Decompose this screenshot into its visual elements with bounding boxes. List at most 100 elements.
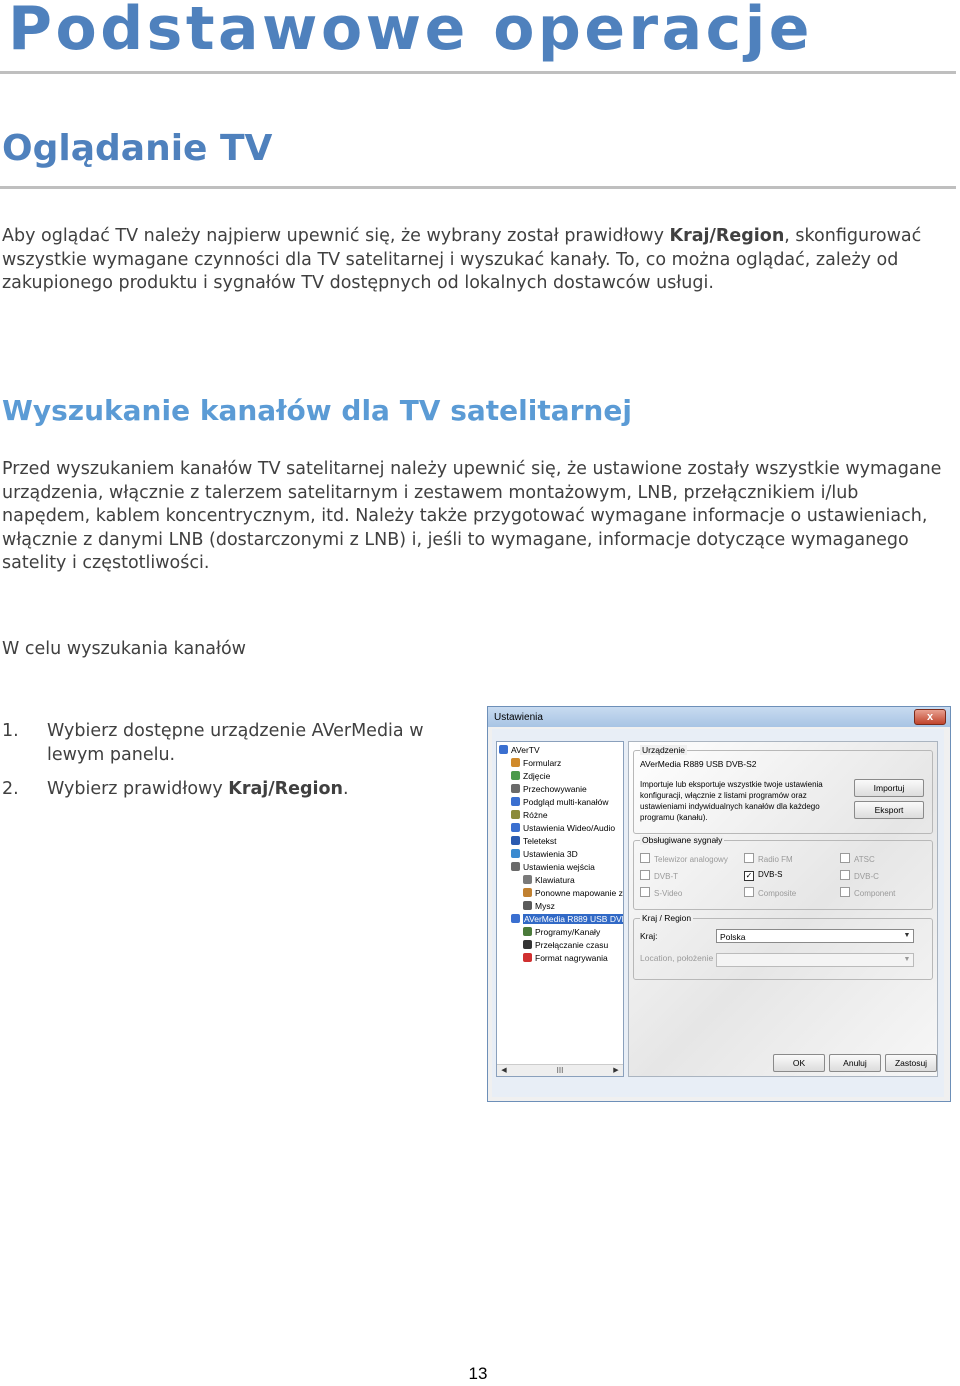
page-number: 13	[468, 1364, 488, 1383]
tree-node-icon	[511, 914, 520, 923]
section-heading: Oglądanie TV	[2, 128, 273, 169]
device-description: Importuje lub eksportuje wszystkie twoje…	[640, 780, 823, 822]
tree-item[interactable]: AVerTV	[499, 744, 540, 757]
signal-checkbox[interactable]: DVB-C	[840, 870, 879, 881]
tree-item[interactable]: AVerMedia R889 USB DVB-	[511, 913, 623, 926]
tree-node-icon	[523, 888, 532, 897]
tree-item-label: Przełączanie czasu	[535, 940, 609, 950]
tree-item[interactable]: Klawiatura	[523, 874, 575, 887]
intro-paragraph: Aby oglądać TV należy najpierw upewnić s…	[2, 226, 922, 293]
signal-checkbox[interactable]: ATSC	[840, 853, 875, 864]
signal-checkbox[interactable]: S-Video	[640, 887, 682, 898]
dialog-title: Ustawienia	[494, 712, 543, 723]
region-group: Kraj / Region Kraj: Polska ▼ Location, p…	[633, 913, 933, 980]
tree-node-icon	[523, 901, 532, 910]
dialog-titlebar: Ustawienia x	[488, 707, 950, 727]
chevron-down-icon: ▼	[903, 956, 911, 963]
tree-item-label: Programy/Kanały	[535, 927, 601, 937]
tree-item[interactable]: Zdjęcie	[511, 770, 550, 783]
device-name: AVerMedia R889 USB DVB-S2	[640, 759, 757, 769]
signal-checkbox[interactable]: Composite	[744, 887, 796, 898]
signal-label: ATSC	[854, 855, 875, 864]
close-button[interactable]: x	[914, 709, 946, 725]
tree-item-label: AVerTV	[511, 745, 540, 755]
signal-label: DVB-S	[758, 870, 783, 879]
tree-item-label: Klawiatura	[535, 875, 575, 885]
page-title: Podstawowe operacje	[8, 0, 813, 64]
section-divider	[0, 186, 956, 189]
tree-item-label: Podgląd multi-kanałów	[523, 797, 609, 807]
tree-item-label: AVerMedia R889 USB DVB-	[523, 914, 623, 924]
apply-button[interactable]: Zastosuj	[885, 1054, 937, 1072]
tree-item[interactable]: Różne	[511, 809, 548, 822]
tree-item[interactable]: Ponowne mapowanie zd	[523, 887, 623, 900]
tree-item-label: Różne	[523, 810, 548, 820]
tree-item[interactable]: Przechowywanie	[511, 783, 587, 796]
checkbox-icon[interactable]	[840, 887, 850, 897]
tree-item[interactable]: Ustawienia Wideo/Audio	[511, 822, 615, 835]
tree-item-label: Teletekst	[523, 836, 557, 846]
import-button[interactable]: Importuj	[854, 779, 924, 797]
tree-item-label: Ustawienia wejścia	[523, 862, 595, 872]
tree-node-icon	[523, 953, 532, 962]
tree-item[interactable]: Programy/Kanały	[523, 926, 600, 939]
tree-item-label: Mysz	[535, 901, 555, 911]
tree-item[interactable]: Ustawienia wejścia	[511, 861, 595, 874]
settings-tree[interactable]: ◀ III ▶ AVerTV Formularz Zdjęcie Przechowyw…	[496, 741, 624, 1077]
tree-scrollbar[interactable]: ◀ III ▶	[497, 1064, 623, 1076]
tree-item-label: Formularz	[523, 758, 562, 768]
country-select[interactable]: Polska ▼	[716, 929, 914, 943]
checkbox-icon[interactable]	[744, 887, 754, 897]
checkbox-icon[interactable]	[640, 853, 650, 863]
tree-item-label: Ustawienia Wideo/Audio	[523, 823, 616, 833]
tree-item[interactable]: Przełączanie czasu	[523, 939, 608, 952]
tree-item-label: Format nagrywania	[535, 953, 608, 963]
location-select[interactable]: ▼	[716, 953, 914, 967]
signal-checkbox[interactable]: Telewizor analogowy	[640, 853, 728, 864]
dialog-body: ◀ III ▶ AVerTV Formularz Zdjęcie Przechowyw…	[492, 729, 944, 1097]
location-label: Location, położenie	[640, 953, 714, 963]
tree-item-label: Przechowywanie	[523, 784, 587, 794]
tree-item-label: Ustawienia 3D	[523, 849, 578, 859]
signal-checkbox[interactable]: Radio FM	[744, 853, 793, 864]
tree-item[interactable]: Formularz	[511, 757, 561, 770]
tree-item[interactable]: Teletekst	[511, 835, 557, 848]
steps-list: 1. Wybierz dostępne urządzenie AVerMedia…	[2, 721, 424, 799]
signal-label: S-Video	[654, 889, 683, 898]
tree-node-icon	[499, 745, 508, 754]
steps-intro: W celu wyszukania kanałów	[2, 639, 246, 659]
checkbox-icon[interactable]: ✓	[744, 871, 754, 881]
checkbox-icon[interactable]	[640, 887, 650, 897]
settings-pane: Urządzenie AVerMedia R889 USB DVB-S2 Imp…	[628, 741, 938, 1077]
tree-item[interactable]: Mysz	[523, 900, 555, 913]
signal-label: Radio FM	[758, 855, 793, 864]
tree-node-icon	[523, 927, 532, 936]
signal-checkbox[interactable]: DVB-T	[640, 870, 678, 881]
tree-node-icon	[511, 771, 520, 780]
checkbox-icon[interactable]	[840, 870, 850, 880]
ok-button[interactable]: OK	[773, 1054, 825, 1072]
cancel-button[interactable]: Anuluj	[829, 1054, 881, 1072]
signal-label: Composite	[758, 889, 797, 898]
signal-checkbox[interactable]: ✓ DVB-S	[744, 870, 782, 881]
prep-paragraph: Przed wyszukaniem kanałów TV satelitarne…	[2, 459, 942, 573]
device-group: Urządzenie AVerMedia R889 USB DVB-S2 Imp…	[633, 745, 933, 834]
signal-label: DVB-C	[854, 872, 879, 881]
tree-item[interactable]: Format nagrywania	[523, 952, 608, 965]
checkbox-icon[interactable]	[840, 853, 850, 863]
signal-label: Telewizor analogowy	[654, 855, 728, 864]
checkbox-icon[interactable]	[744, 853, 754, 863]
tree-node-icon	[523, 940, 532, 949]
export-button[interactable]: Eksport	[854, 801, 924, 819]
tree-node-icon	[511, 823, 520, 832]
signals-group: Obsługiwane sygnały Telewizor analogowy R…	[633, 835, 933, 910]
signal-label: Component	[854, 889, 896, 898]
signal-label: DVB-T	[654, 872, 678, 881]
scroll-right-icon[interactable]: ▶	[611, 1065, 621, 1076]
tree-item[interactable]: Podgląd multi-kanałów	[511, 796, 609, 809]
signal-checkbox[interactable]: Component	[840, 887, 895, 898]
tree-item-label: Zdjęcie	[523, 771, 551, 781]
scroll-left-icon[interactable]: ◀	[499, 1065, 509, 1076]
tree-item[interactable]: Ustawienia 3D	[511, 848, 578, 861]
checkbox-icon[interactable]	[640, 870, 650, 880]
